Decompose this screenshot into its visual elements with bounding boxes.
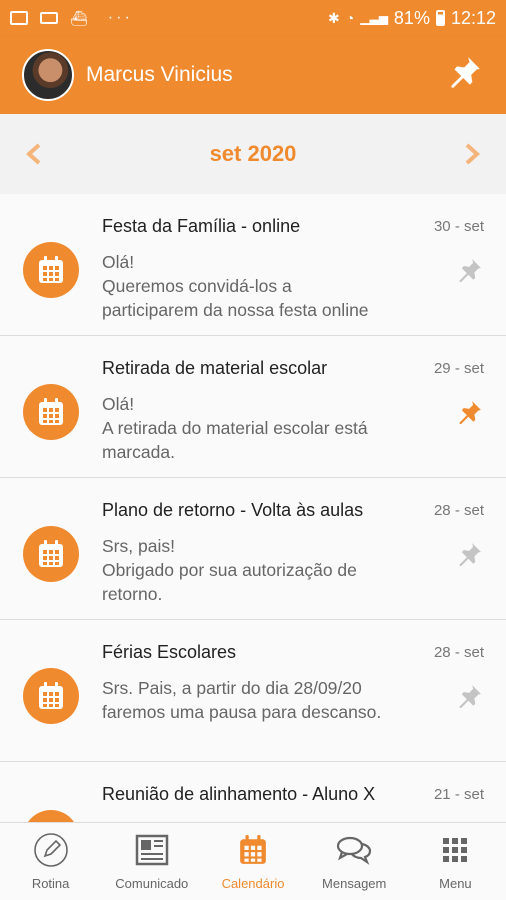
chevron-left-icon <box>26 143 41 165</box>
pinned-filter-button[interactable] <box>444 53 484 98</box>
gallery-notification-icon <box>10 11 28 25</box>
event-item[interactable]: Reunião de alinhamento - Aluno X 21 - se… <box>0 762 506 822</box>
event-calendar-icon <box>23 242 79 298</box>
nav-label: Comunicado <box>115 876 189 891</box>
event-date: 30 - set <box>433 218 484 235</box>
nav-label: Mensagem <box>322 876 387 891</box>
pin-icon <box>451 56 480 88</box>
newspaper-icon <box>135 834 169 866</box>
ship-notification-icon: ⛴ <box>70 9 88 26</box>
calendar-icon <box>240 835 266 864</box>
event-preview: Olá! A retirada do material escolar está… <box>102 394 368 462</box>
nav-menu[interactable]: Menu <box>405 823 506 900</box>
pin-toggle-button[interactable] <box>454 682 484 717</box>
event-calendar-icon <box>23 384 79 440</box>
pin-icon <box>459 401 481 424</box>
laptop-notification-icon <box>40 12 58 24</box>
previous-month-button[interactable] <box>14 136 54 172</box>
nav-calendario[interactable]: Calendário <box>202 823 303 900</box>
pin-icon <box>459 543 481 566</box>
event-list: Festa da Família - online 30 - set Olá! … <box>0 194 506 822</box>
event-title: Férias Escolares <box>102 642 237 662</box>
event-calendar-icon <box>23 668 79 724</box>
nav-rotina[interactable]: Rotina <box>0 823 101 900</box>
event-preview: Srs. Pais, a partir do dia 28/09/20 fare… <box>102 678 382 722</box>
event-item[interactable]: Retirada de material escolar 29 - set Ol… <box>0 336 506 478</box>
event-calendar-icon <box>23 810 79 822</box>
edit-circle-icon <box>33 833 68 867</box>
event-preview: Srs, pais! Obrigado por sua autorização … <box>102 536 357 604</box>
chat-bubbles-icon <box>337 836 372 865</box>
chevron-right-icon <box>465 143 480 165</box>
avatar[interactable] <box>22 49 74 101</box>
event-item[interactable]: Férias Escolares 28 - set Srs. Pais, a p… <box>0 620 506 762</box>
event-title: Festa da Família - online <box>102 216 301 236</box>
battery-percent: 81% <box>393 7 430 28</box>
event-date: 29 - set <box>433 360 484 377</box>
clock: 12:12 <box>450 7 496 28</box>
pin-toggle-button[interactable] <box>454 398 484 433</box>
nav-mensagem[interactable]: Mensagem <box>304 823 405 900</box>
event-item[interactable]: Festa da Família - online 30 - set Olá! … <box>0 194 506 336</box>
event-calendar-icon <box>23 526 79 582</box>
event-date: 21 - set <box>433 786 484 803</box>
more-notifications-icon: ··· <box>107 9 133 26</box>
wifi-icon: ◔ <box>345 10 355 26</box>
bluetooth-icon: ✱ <box>328 9 340 26</box>
pin-toggle-button[interactable] <box>454 540 484 575</box>
nav-label: Calendário <box>221 876 285 891</box>
bottom-navigation: Rotina Comunicado Calendário Mensagem Me… <box>0 822 506 900</box>
grid-menu-icon <box>443 838 468 862</box>
nav-label: Rotina <box>31 876 70 891</box>
next-month-button[interactable] <box>452 136 492 172</box>
event-date: 28 - set <box>433 502 484 519</box>
app-header: Marcus Vinicius <box>0 36 506 114</box>
event-item[interactable]: Plano de retorno - Volta às aulas 28 - s… <box>0 478 506 620</box>
pin-toggle-button[interactable] <box>454 256 484 291</box>
event-title: Reunião de alinhamento - Aluno X <box>102 784 376 804</box>
event-preview: Olá! Queremos convidá-los a participarem… <box>102 252 369 320</box>
month-label: set 2020 <box>209 141 297 166</box>
event-title: Retirada de material escolar <box>102 358 328 378</box>
pin-icon <box>459 259 481 282</box>
status-bar: ⛴ ··· ✱ ◔ ▁▃▅ 81% 12:12 <box>0 0 506 36</box>
battery-icon <box>435 10 445 26</box>
nav-comunicado[interactable]: Comunicado <box>101 823 202 900</box>
pin-icon <box>459 685 481 708</box>
event-title: Plano de retorno - Volta às aulas <box>102 500 364 520</box>
event-date: 28 - set <box>433 644 484 661</box>
nav-label: Menu <box>439 876 472 891</box>
signal-icon: ▁▃▅ <box>360 11 388 25</box>
month-navigator: set 2020 <box>0 114 506 194</box>
user-name[interactable]: Marcus Vinicius <box>86 63 233 87</box>
